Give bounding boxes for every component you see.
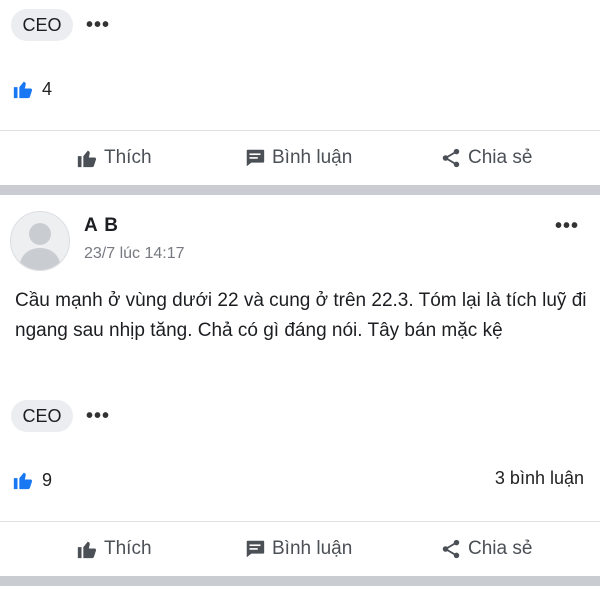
- share-icon: [442, 539, 460, 559]
- author-name[interactable]: A B: [84, 215, 119, 237]
- ceo-badge-label: CEO: [22, 14, 62, 35]
- avatar[interactable]: [10, 211, 70, 271]
- share-button[interactable]: Chia sẻ: [440, 538, 532, 560]
- ceo-badge[interactable]: CEO: [11, 9, 73, 41]
- post-timestamp[interactable]: 23/7 lúc 14:17: [84, 245, 185, 263]
- thumbs-up-icon: [77, 150, 97, 168]
- like-button[interactable]: Thích: [76, 538, 152, 560]
- post-text: Cầu mạnh ở vùng dưới 22 và cung ở trên 2…: [15, 290, 587, 341]
- post-more-icon[interactable]: •••: [555, 216, 579, 236]
- thumbs-up-icon: [13, 81, 33, 99]
- like-summary[interactable]: 9: [12, 469, 52, 491]
- divider: [0, 130, 600, 131]
- share-button-label: Chia sẻ: [468, 147, 533, 168]
- badge-more-icon[interactable]: •••: [86, 15, 110, 35]
- thumbs-up-icon: [13, 472, 33, 490]
- like-button-label: Thích: [104, 147, 152, 168]
- comment-icon: [246, 540, 265, 558]
- comment-button[interactable]: Bình luận: [244, 147, 352, 169]
- comment-icon: [246, 149, 265, 167]
- like-count: 4: [42, 78, 53, 99]
- comment-button-label: Bình luận: [272, 538, 353, 559]
- like-count: 9: [42, 469, 53, 490]
- post-separator: [0, 576, 600, 586]
- comment-button-label: Bình luận: [272, 147, 353, 168]
- like-summary[interactable]: 4: [12, 78, 52, 100]
- share-button[interactable]: Chia sẻ: [440, 147, 532, 169]
- default-avatar-icon: [19, 223, 61, 270]
- share-button-label: Chia sẻ: [468, 538, 533, 559]
- ceo-badge[interactable]: CEO: [11, 400, 73, 432]
- thumbs-up-icon: [77, 541, 97, 559]
- post-separator: [0, 185, 600, 195]
- ceo-badge-label: CEO: [22, 405, 62, 426]
- badge-more-icon[interactable]: •••: [86, 406, 110, 426]
- like-button[interactable]: Thích: [76, 147, 152, 169]
- like-button-label: Thích: [104, 538, 152, 559]
- divider: [0, 521, 600, 522]
- comment-count[interactable]: 3 bình luận: [495, 468, 584, 489]
- share-icon: [442, 148, 460, 168]
- comment-button[interactable]: Bình luận: [244, 538, 352, 560]
